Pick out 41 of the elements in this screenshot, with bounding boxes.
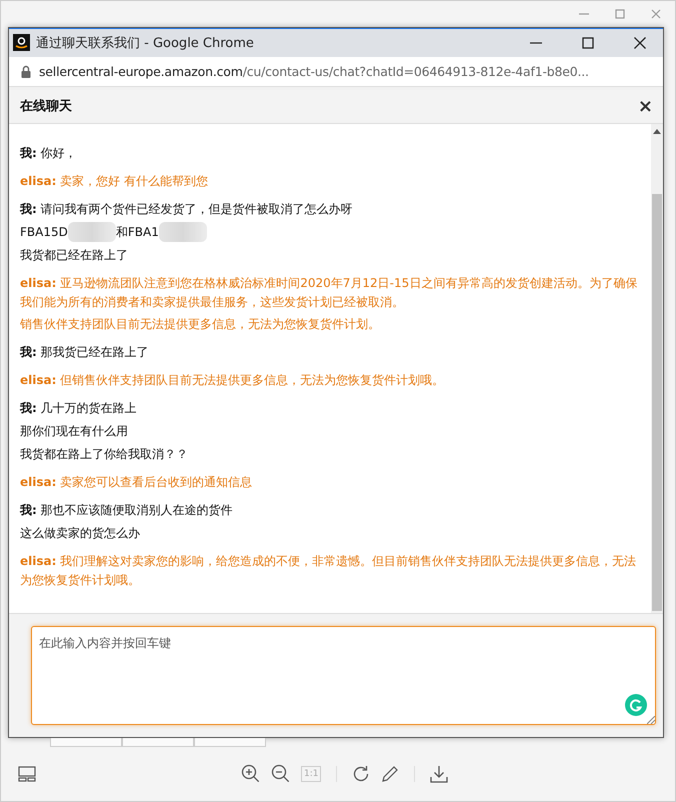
message-text: 我: 几十万的货在路上 — [20, 400, 138, 417]
window-title: 通过聊天联系我们 - Google Chrome — [36, 34, 255, 52]
maximize-icon[interactable] — [582, 36, 594, 49]
message-text: 我货都已经在路上了 — [20, 246, 129, 264]
message-text: elisa: 亚马逊物流团队注意到您在格林威治标准时间2020年7月12日-15日之间有异常高的发货创建活动。为了确保我们能为所有的消费者和卖家提供最佳服务，这些发货计划已经被取消。 — [20, 274, 638, 311]
scrollbar-thumb[interactable] — [652, 194, 662, 611]
logo-icon — [13, 34, 30, 52]
url-path: /cu/contact-us/chat?chatId=06464913-812e-4af1-b8e0... — [242, 64, 589, 79]
scrollbar[interactable] — [651, 124, 663, 613]
message-text: elisa: 但销售伙伴支持团队目前无法提供更多信息，无法为您恢复货件计划哦。 — [20, 372, 446, 389]
rotate-icon[interactable] — [352, 764, 370, 782]
resize-grip-icon[interactable] — [647, 716, 655, 724]
message-text: FBA15D — [20, 224, 68, 241]
scroll-up-icon[interactable] — [653, 128, 661, 134]
message-text: 我货都在路上了你给我取消？？ — [20, 446, 189, 463]
message-text: 我: 那我货已经在路上了 — [20, 344, 150, 361]
blurred-redaction — [68, 222, 116, 242]
url-host: sellercentral-europe.amazon.com — [39, 64, 243, 79]
message-text: 销售伙伴支持团队目前无法提供更多信息，无法为您恢复货件计划。 — [20, 316, 381, 333]
message-text: elisa: 卖家您可以查看后台收到的通知信息 — [20, 474, 254, 491]
message-text: 那你们现在有什么用 — [20, 422, 129, 440]
address-bar[interactable]: sellercentral-europe.amazon.com/cu/contact-us/chat?chatId=06464913-812e-4af1-b8e0... — [9, 56, 663, 87]
zoom-in-icon[interactable] — [241, 764, 260, 783]
message-text: elisa: 我们理解这对卖家您的影响，给您造成的不便，非常遗憾。但目前销售伙伴支持团队无法提供更多信息，无法为您恢复货件计划哦。 — [20, 552, 638, 589]
lock-icon — [21, 64, 31, 78]
zoom-out-icon[interactable] — [271, 764, 290, 783]
message-text: 我: 你好， — [20, 144, 78, 162]
message-text: 我: 那也不应该随便取消别人在途的货件 — [20, 502, 234, 519]
message-text: 和FBA1 — [116, 224, 159, 241]
download-icon[interactable] — [430, 764, 448, 782]
grammar-check-icon[interactable] — [625, 694, 647, 716]
chat-title: 在线聊天 — [20, 98, 72, 116]
layout-icon[interactable] — [18, 766, 36, 782]
message-input[interactable]: 在此输入内容并按回车键 — [31, 626, 656, 725]
close-button[interactable]: × — [636, 96, 655, 117]
blurred-redaction — [158, 222, 207, 242]
close-icon[interactable] — [634, 36, 646, 49]
message-text: elisa: 卖家，您好 有什么能帮到您 — [20, 172, 210, 190]
message-text: 我: 请问我有两个货件已经发货了，但是货件被取消了怎么办呀 — [20, 200, 354, 218]
message-text: 这么做卖家的货怎么办 — [20, 524, 141, 542]
pencil-icon[interactable] — [381, 764, 400, 782]
